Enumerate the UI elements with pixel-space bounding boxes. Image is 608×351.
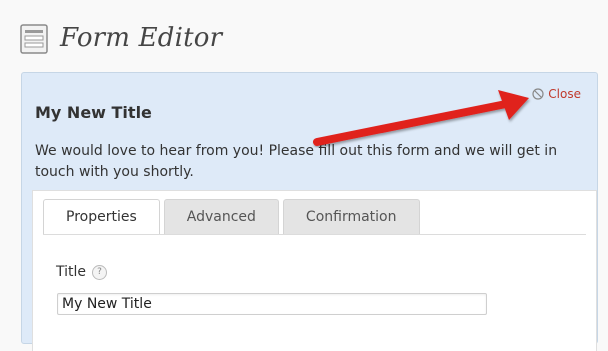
form-settings-panel: Close My New Title We would love to hear… bbox=[21, 72, 598, 351]
page-header: Form Editor bbox=[20, 18, 222, 58]
close-label: Close bbox=[548, 87, 581, 101]
tab-properties[interactable]: Properties bbox=[43, 199, 160, 235]
tabs-divider bbox=[43, 234, 586, 235]
title-field-label: Title ? bbox=[56, 264, 108, 280]
settings-card: Properties Advanced Confirmation Title ? bbox=[32, 190, 597, 351]
form-description: We would love to hear from you! Please f… bbox=[35, 143, 558, 180]
close-icon bbox=[532, 88, 544, 100]
close-button[interactable]: Close bbox=[532, 87, 581, 101]
tab-confirmation[interactable]: Confirmation bbox=[282, 199, 420, 235]
form-editor-icon bbox=[20, 24, 48, 54]
title-label-text: Title bbox=[56, 264, 87, 280]
title-input[interactable] bbox=[57, 293, 487, 315]
form-title-heading: My New Title bbox=[35, 103, 152, 122]
page-title: Form Editor bbox=[60, 23, 223, 53]
tab-advanced[interactable]: Advanced bbox=[163, 199, 279, 235]
help-icon[interactable]: ? bbox=[92, 264, 108, 280]
settings-tabs: Properties Advanced Confirmation bbox=[43, 199, 424, 235]
